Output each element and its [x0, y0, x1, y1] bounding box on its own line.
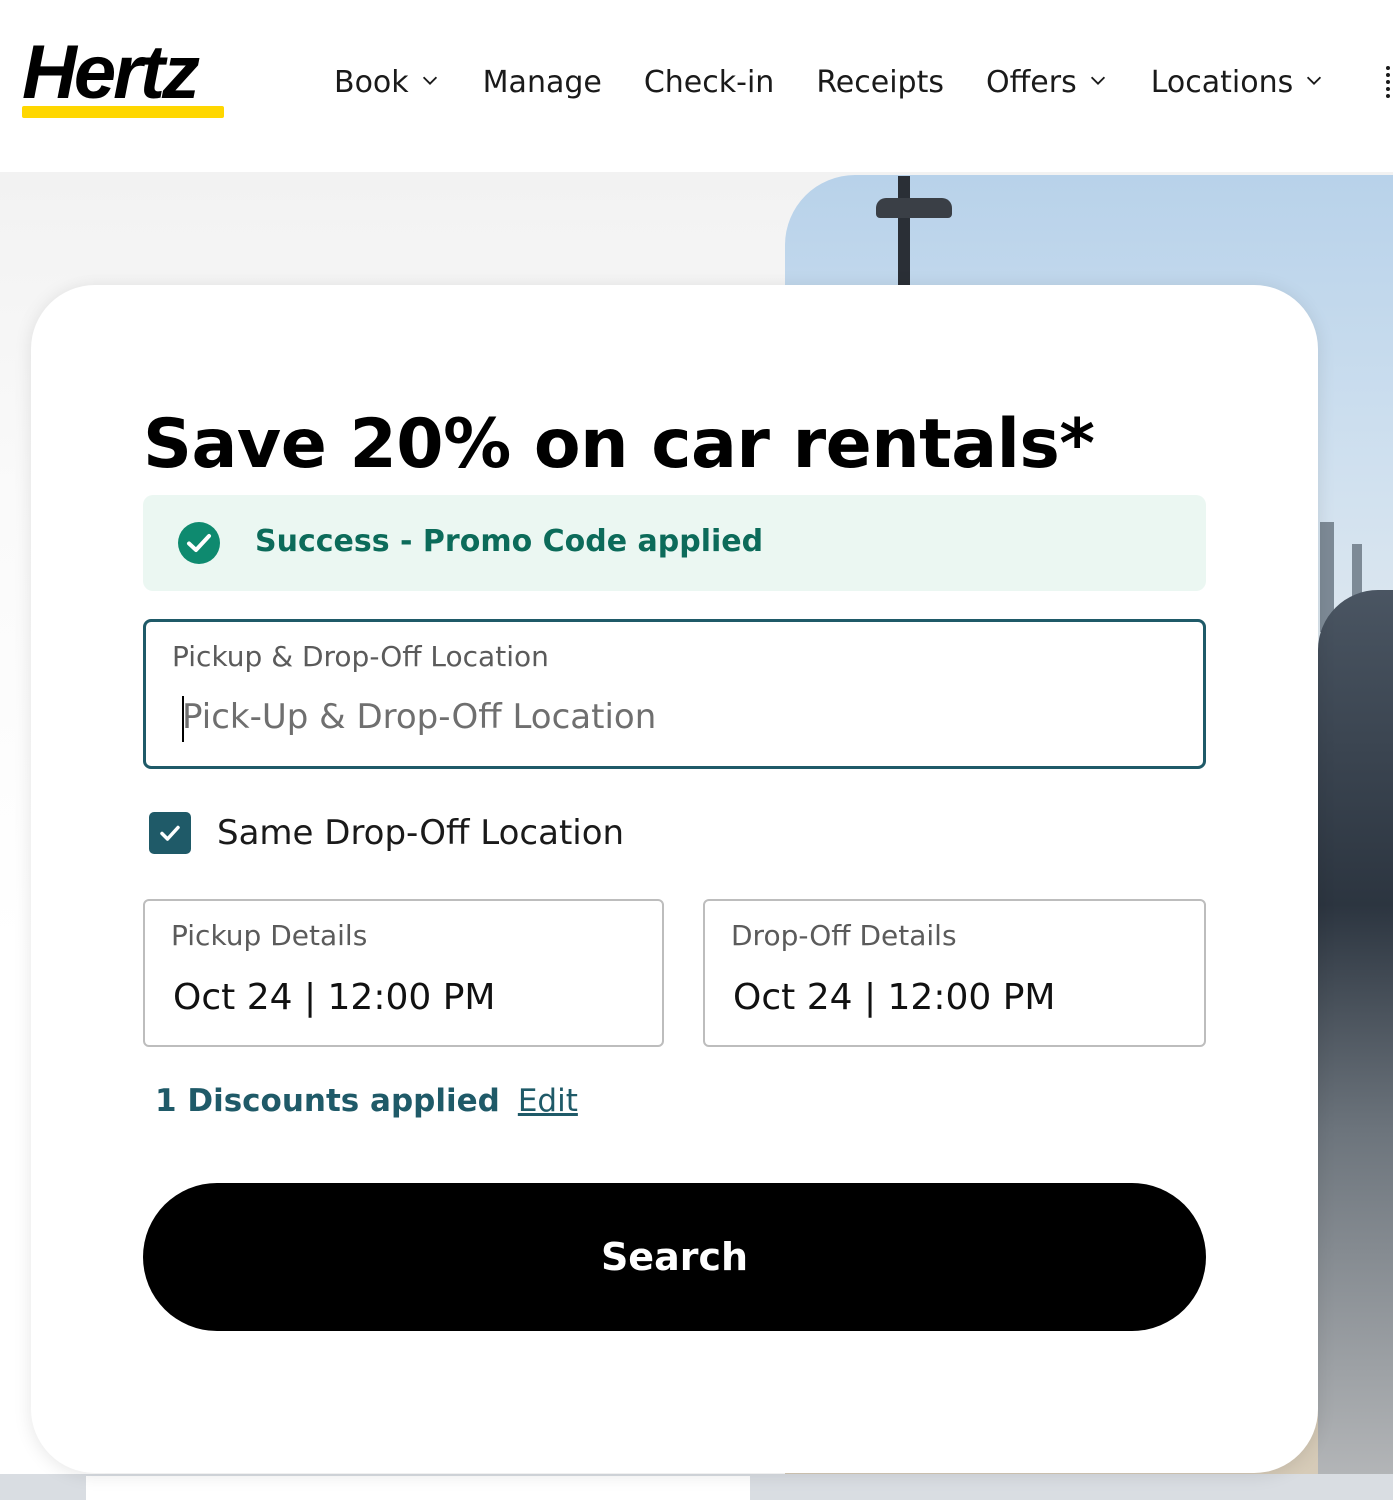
- lamp-post-image: [898, 176, 910, 291]
- nav-item-locations[interactable]: Locations: [1151, 65, 1326, 100]
- nav-item-label: Check-in: [643, 64, 775, 100]
- nav-item-label: Offers: [986, 64, 1077, 100]
- lamp-head-image: [876, 198, 952, 218]
- nav-item-offers[interactable]: Offers: [986, 65, 1109, 100]
- location-field-label: Pickup & Drop-Off Location: [172, 640, 549, 673]
- chevron-down-icon: [1090, 76, 1105, 85]
- dropoff-datetime-value: Oct 24 | 12:00 PM: [733, 977, 1056, 1018]
- edit-discounts-link[interactable]: Edit: [518, 1083, 578, 1119]
- page-title: Save 20% on car rentals*: [143, 405, 1095, 484]
- logo-wordmark: Hertz: [22, 30, 200, 115]
- location-input[interactable]: [182, 688, 1162, 746]
- nav-item-manage[interactable]: Manage: [483, 65, 602, 100]
- nav-item-label: Locations: [1150, 64, 1294, 100]
- pickup-details-field[interactable]: Pickup Details Oct 24 | 12:00 PM: [143, 899, 664, 1047]
- site-header: Hertz Book Manage Check-in Receipts Offe…: [0, 0, 1393, 172]
- booking-card: Save 20% on car rentals* Success - Promo…: [31, 285, 1318, 1473]
- nav-item-label: Manage: [482, 64, 602, 100]
- nav-overflow-icon[interactable]: [1386, 66, 1392, 98]
- hertz-logo[interactable]: Hertz: [20, 30, 240, 120]
- nav-item-label: Book: [334, 64, 409, 100]
- main-nav: Book Manage Check-in Receipts Offers Loc…: [334, 56, 1367, 108]
- discounts-row: 1 Discounts applied Edit: [155, 1083, 578, 1119]
- same-dropoff-label: Same Drop-Off Location: [217, 813, 625, 853]
- same-dropoff-checkbox[interactable]: [149, 812, 191, 854]
- logo-underline: [22, 106, 224, 118]
- check-icon: [160, 825, 180, 841]
- text-cursor: [182, 696, 184, 742]
- discounts-applied-text: 1 Discounts applied: [155, 1083, 500, 1119]
- dropoff-details-label: Drop-Off Details: [731, 919, 957, 952]
- nav-item-label: Receipts: [816, 64, 944, 100]
- chevron-down-icon: [422, 76, 437, 85]
- nav-item-receipts[interactable]: Receipts: [816, 65, 944, 100]
- nav-item-book[interactable]: Book: [334, 65, 441, 100]
- car-image: [1318, 590, 1393, 1490]
- promo-success-alert: Success - Promo Code applied: [143, 495, 1206, 591]
- pickup-datetime-value: Oct 24 | 12:00 PM: [173, 977, 496, 1018]
- alert-message: Success - Promo Code applied: [255, 524, 764, 559]
- location-field[interactable]: Pickup & Drop-Off Location: [143, 619, 1206, 769]
- search-button[interactable]: Search: [143, 1183, 1206, 1331]
- chevron-down-icon: [1307, 76, 1322, 85]
- dropoff-details-field[interactable]: Drop-Off Details Oct 24 | 12:00 PM: [703, 899, 1206, 1047]
- below-fold-card: [86, 1476, 750, 1500]
- same-dropoff-checkbox-row[interactable]: Same Drop-Off Location: [149, 805, 624, 861]
- check-circle-icon: [178, 522, 220, 564]
- pickup-details-label: Pickup Details: [171, 919, 368, 952]
- nav-item-check-in[interactable]: Check-in: [644, 65, 774, 100]
